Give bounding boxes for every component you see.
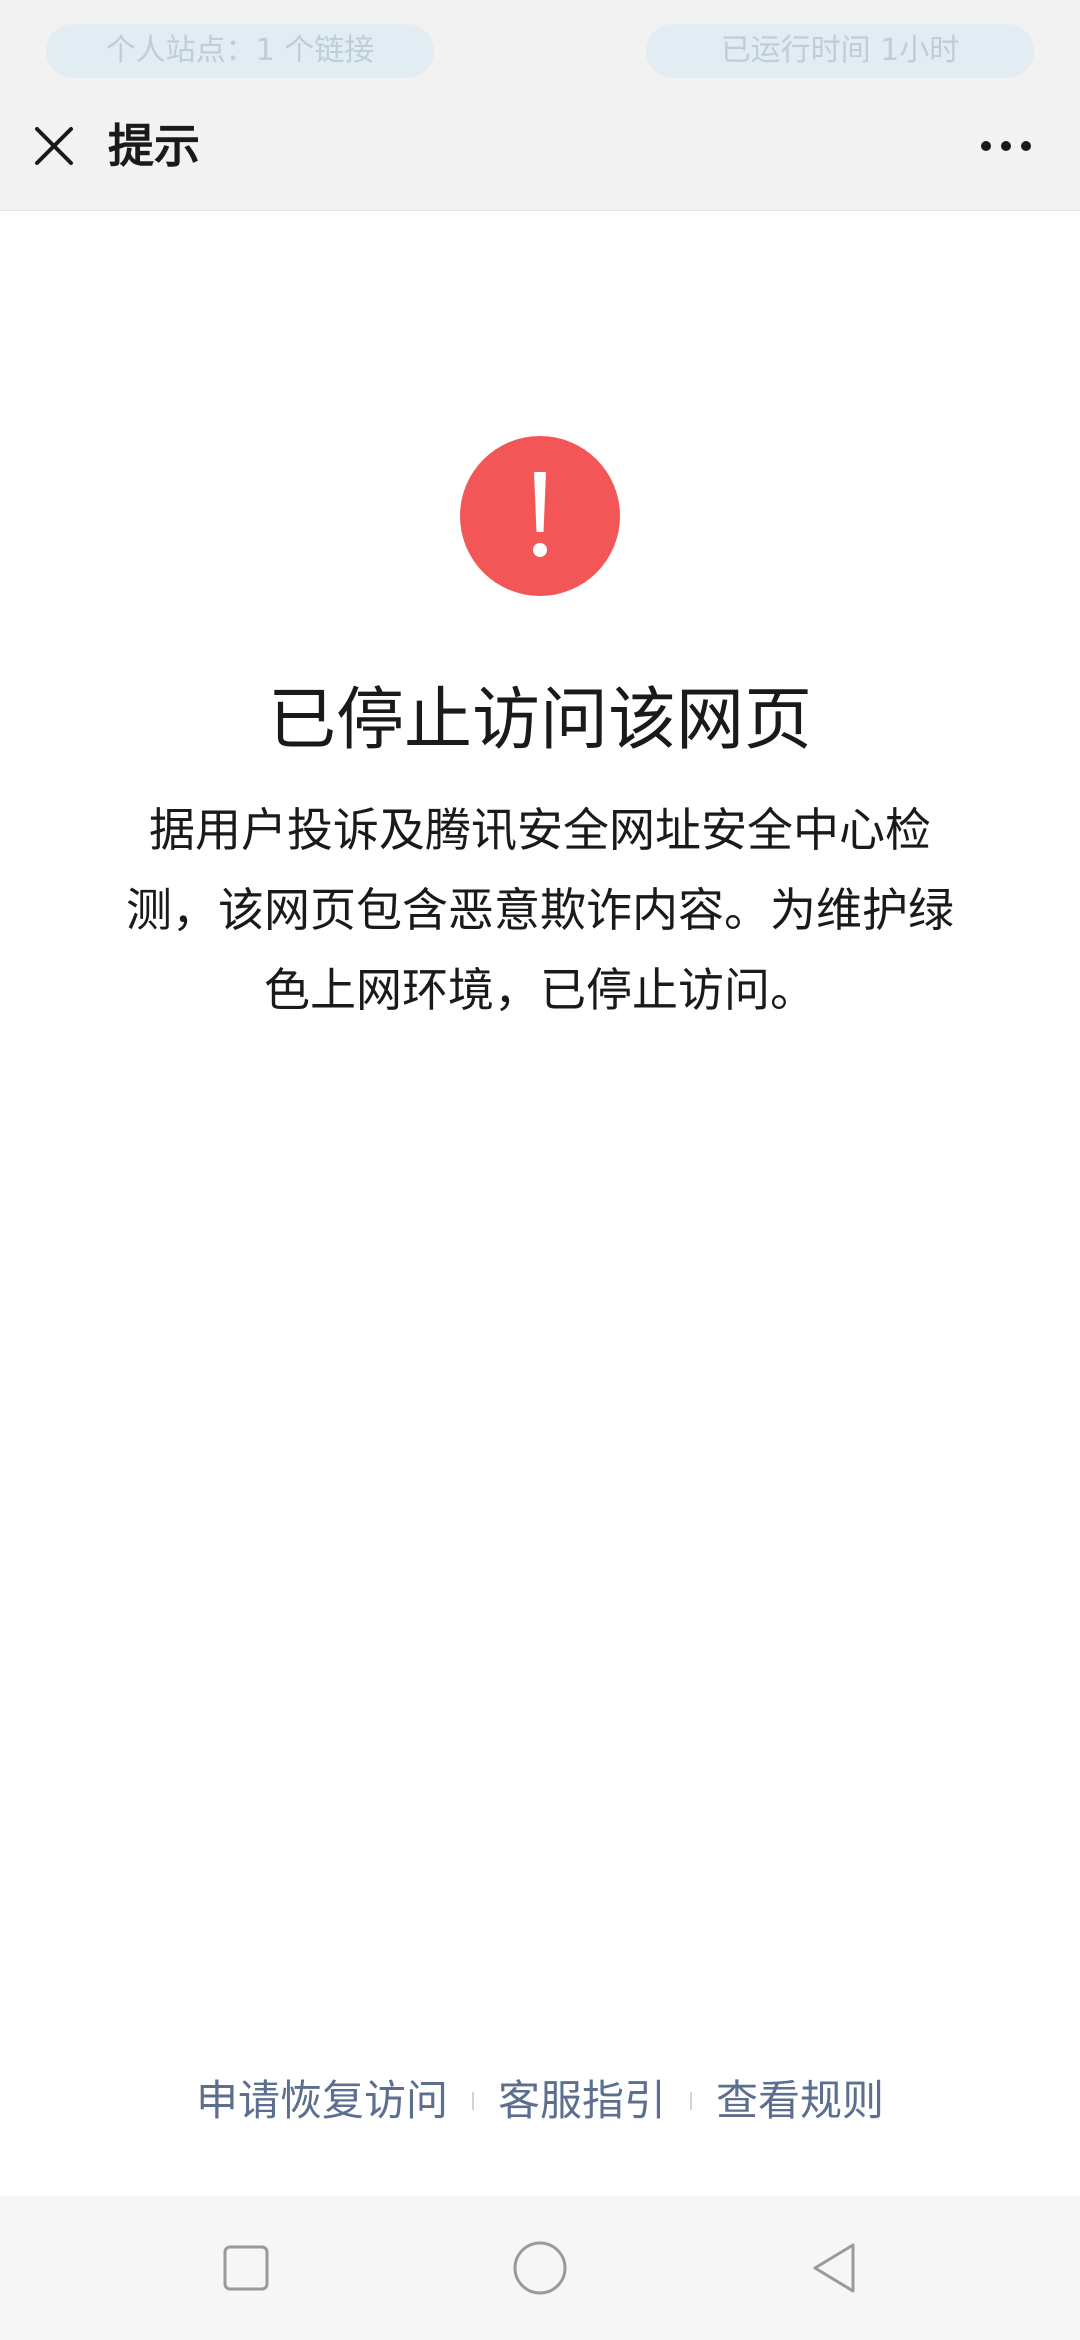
- exclamation-icon: [533, 472, 547, 557]
- square-icon: [223, 2245, 269, 2291]
- apply-restore-link[interactable]: 申请恢复访问: [176, 2066, 468, 2136]
- close-button[interactable]: [18, 110, 90, 182]
- recent-apps-button[interactable]: [210, 2232, 282, 2304]
- more-options-button[interactable]: [966, 110, 1046, 182]
- customer-service-link[interactable]: 客服指引: [478, 2066, 686, 2136]
- link-separator: [690, 2092, 692, 2110]
- floating-overlay: 个人站点：1 个链接 已运行时间 1小时: [0, 0, 1080, 90]
- overlay-pill-right[interactable]: 已运行时间 1小时: [646, 24, 1034, 78]
- home-button[interactable]: [504, 2232, 576, 2304]
- system-nav-bar: [0, 2196, 1080, 2340]
- footer-links: 申请恢复访问 客服指引 查看规则: [0, 2066, 1080, 2136]
- warning-badge: [460, 436, 620, 596]
- page-title: 提示: [108, 119, 200, 173]
- close-icon: [35, 127, 73, 165]
- overlay-pill-left[interactable]: 个人站点：1 个链接: [46, 24, 434, 78]
- link-separator: [471, 2092, 474, 2110]
- triangle-back-icon: [813, 2243, 855, 2293]
- blocked-description: 据用户投诉及腾讯安全网址安全中心检测，该网页包含恶意欺诈内容。为维护绿色上网环境…: [126, 803, 954, 1017]
- more-horizontal-icon: [981, 141, 1031, 151]
- view-rules-link[interactable]: 查看规则: [696, 2066, 904, 2136]
- circle-icon: [513, 2241, 567, 2295]
- blocked-title: 已停止访问该网页: [267, 681, 812, 760]
- back-button[interactable]: [798, 2232, 870, 2304]
